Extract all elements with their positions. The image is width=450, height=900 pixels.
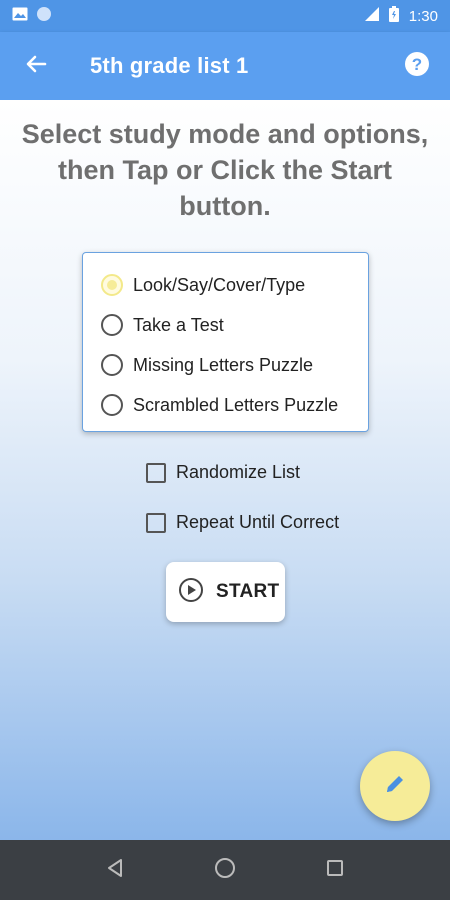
randomize-list-label: Randomize List <box>176 462 301 482</box>
circle-notification-icon <box>36 6 52 27</box>
mode-option-label: Take a Test <box>133 314 224 335</box>
repeat-until-correct-option[interactable]: Repeat Until Correct <box>146 512 339 533</box>
mode-option-label: Look/Say/Cover/Type <box>133 274 306 295</box>
nav-back-button[interactable] <box>87 842 143 898</box>
mode-option-scrambled-letters[interactable]: Scrambled Letters Puzzle <box>83 385 368 425</box>
mode-option-label: Missing Letters Puzzle <box>133 354 314 375</box>
radio-button-selected[interactable] <box>101 274 123 296</box>
back-arrow-icon <box>25 53 47 80</box>
svg-text:?: ? <box>412 55 422 74</box>
randomize-list-option[interactable]: Randomize List <box>146 462 300 483</box>
battery-icon <box>388 6 399 26</box>
instructions-text: Select study mode and options, then Tap … <box>0 116 450 224</box>
play-circle-icon <box>178 577 204 608</box>
help-icon: ? <box>404 51 430 82</box>
instructions-line: then Tap or Click the Start <box>57 155 393 185</box>
start-button[interactable]: START <box>166 562 285 622</box>
mode-option-missing-letters[interactable]: Missing Letters Puzzle <box>83 345 368 385</box>
edit-fab-button[interactable] <box>360 751 430 821</box>
study-mode-group: Look/Say/Cover/Type Take a Test Missing … <box>82 252 369 432</box>
page-title: 5th grade list 1 <box>90 53 249 78</box>
status-bar: 1:30 <box>0 0 450 32</box>
radio-button[interactable] <box>101 354 123 376</box>
image-notification-icon <box>12 7 28 26</box>
pencil-icon <box>383 772 407 801</box>
signal-icon <box>364 7 379 25</box>
instructions-line: button. <box>179 191 271 221</box>
nav-home-icon <box>214 857 236 884</box>
back-button[interactable] <box>0 32 72 100</box>
app-bar: 5th grade list 1 ? <box>0 32 450 100</box>
repeat-until-correct-label: Repeat Until Correct <box>176 512 340 532</box>
nav-back-icon <box>106 858 124 883</box>
main-content: Select study mode and options, then Tap … <box>0 100 450 840</box>
mode-option-take-a-test[interactable]: Take a Test <box>83 305 368 345</box>
randomize-list-checkbox[interactable] <box>146 462 166 483</box>
system-nav-bar <box>0 840 450 900</box>
help-button[interactable]: ? <box>384 32 450 100</box>
mode-option-look-say-cover-type[interactable]: Look/Say/Cover/Type <box>83 265 368 305</box>
status-time: 1:30 <box>408 7 438 25</box>
nav-home-button[interactable] <box>197 842 253 898</box>
nav-recents-button[interactable] <box>307 842 363 898</box>
instructions-line: Select study mode and options, <box>21 119 429 149</box>
repeat-until-correct-checkbox[interactable] <box>146 512 166 533</box>
radio-button[interactable] <box>101 314 123 336</box>
mode-option-label: Scrambled Letters Puzzle <box>133 394 339 415</box>
nav-recents-icon <box>326 859 344 882</box>
radio-button[interactable] <box>101 394 123 416</box>
start-button-label: START <box>216 581 280 602</box>
